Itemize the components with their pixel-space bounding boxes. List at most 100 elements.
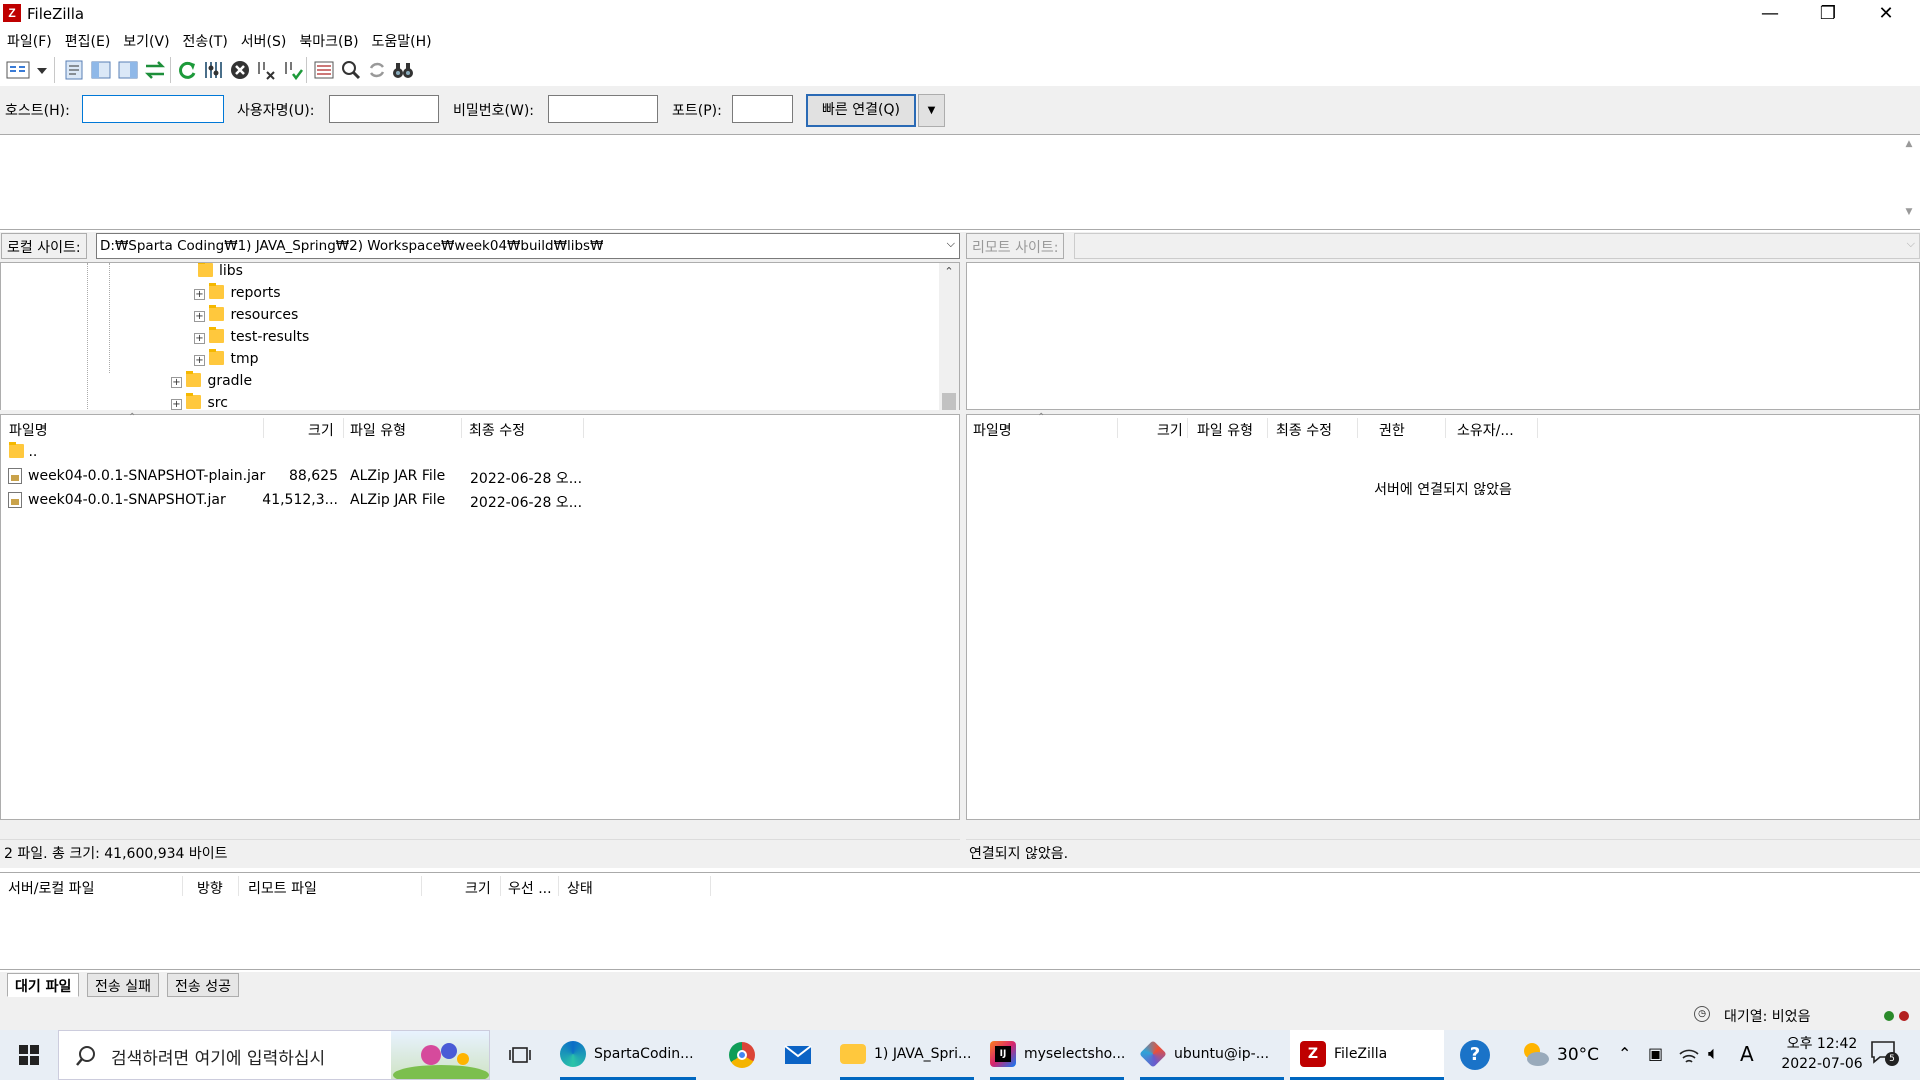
menu-server[interactable]: 서버(S) xyxy=(234,28,293,53)
toggle-local-tree-button[interactable] xyxy=(88,57,114,83)
search-remote-files-button[interactable] xyxy=(390,57,416,83)
column-filetype[interactable]: 파일 유형 xyxy=(1197,420,1253,440)
taskbar-app-mail[interactable] xyxy=(776,1030,820,1080)
expand-icon[interactable]: + xyxy=(194,311,205,322)
cancel-operation-button[interactable] xyxy=(227,57,253,83)
column-permissions[interactable]: 권한 xyxy=(1379,420,1405,440)
column-owner[interactable]: 소유자/... xyxy=(1457,420,1514,440)
menu-transfer[interactable]: 전송(T) xyxy=(176,28,234,53)
site-manager-button[interactable] xyxy=(4,57,48,83)
compare-directories-button[interactable] xyxy=(338,57,364,83)
file-name: week04-0.0.1-SNAPSHOT.jar xyxy=(28,492,226,508)
taskbar-app-filezilla[interactable]: Z FileZilla xyxy=(1290,1030,1444,1080)
username-input[interactable] xyxy=(329,95,439,123)
meet-now-icon[interactable]: ▣ xyxy=(1648,1044,1663,1063)
column-last-modified[interactable]: 최종 수정 xyxy=(1276,420,1332,440)
column-size[interactable]: 크기 xyxy=(465,878,491,898)
menu-view[interactable]: 보기(V) xyxy=(116,28,175,53)
tab-successful-transfers[interactable]: 전송 성공 xyxy=(167,973,239,997)
toggle-remote-tree-button[interactable] xyxy=(115,57,141,83)
remote-path-input[interactable]: ⌵ xyxy=(1074,233,1920,259)
tab-failed-transfers[interactable]: 전송 실패 xyxy=(87,973,159,997)
edge-icon xyxy=(560,1040,586,1067)
column-filename[interactable]: 파일명 xyxy=(973,420,1012,440)
ime-indicator[interactable]: A xyxy=(1740,1042,1754,1066)
local-pane: 로컬 사이트: D:₩Sparta Coding₩1) JAVA_Spring₩… xyxy=(0,232,960,868)
weather-temperature[interactable]: 30°C xyxy=(1557,1045,1599,1065)
column-filetype[interactable]: 파일 유형 xyxy=(350,420,406,440)
refresh-button[interactable] xyxy=(174,57,200,83)
menu-bookmarks[interactable]: 북마크(B) xyxy=(292,28,364,53)
tree-item-resources[interactable]: + resources xyxy=(194,307,298,329)
local-tree-icon xyxy=(91,61,111,79)
tree-item-gradle[interactable]: + gradle xyxy=(171,373,252,395)
column-filename[interactable]: 파일명 xyxy=(9,420,48,440)
reconnect-icon xyxy=(285,62,303,81)
expand-icon[interactable]: + xyxy=(171,377,182,388)
tree-item-tmp[interactable]: + tmp xyxy=(194,351,258,373)
column-server-local-file[interactable]: 서버/로컬 파일 xyxy=(8,878,94,898)
menu-edit[interactable]: 편집(E) xyxy=(58,28,117,53)
menu-help[interactable]: 도움말(H) xyxy=(365,28,438,53)
task-view-button[interactable] xyxy=(500,1030,540,1080)
expand-icon[interactable]: + xyxy=(194,355,205,366)
host-input[interactable] xyxy=(82,95,224,123)
cancel-icon xyxy=(231,61,249,79)
tab-queued-files[interactable]: 대기 파일 xyxy=(7,973,80,997)
column-priority[interactable]: 우선 ... xyxy=(508,878,552,898)
parent-dir-label: .. xyxy=(28,444,38,460)
wifi-icon[interactable] xyxy=(1678,1046,1700,1066)
filezilla-app-icon: Z xyxy=(3,4,21,22)
list-item-parent-dir[interactable]: .. xyxy=(1,441,959,465)
expand-icon[interactable]: + xyxy=(194,333,205,344)
toggle-message-log-button[interactable] xyxy=(61,57,87,83)
table-row[interactable]: week04-0.0.1-SNAPSHOT-plain.jar 88,625 A… xyxy=(1,465,959,489)
column-remote-file[interactable]: 리모트 파일 xyxy=(248,878,317,898)
close-icon: ✕ xyxy=(1878,3,1894,24)
taskbar-app-label: 1) JAVA_Spri... xyxy=(874,1045,972,1062)
column-last-modified[interactable]: 최종 수정 xyxy=(469,420,525,440)
tree-item-libs[interactable]: libs xyxy=(198,263,243,285)
disconnect-button[interactable] xyxy=(253,57,279,83)
taskbar-app-chrome[interactable] xyxy=(720,1030,764,1080)
chevron-up-icon[interactable]: ⌃ xyxy=(1618,1044,1631,1063)
expand-icon[interactable]: + xyxy=(171,399,182,410)
volume-icon[interactable]: 🔈︎ xyxy=(1708,1043,1719,1064)
table-row[interactable]: week04-0.0.1-SNAPSHOT.jar 41,512,3... AL… xyxy=(1,489,959,513)
help-tips-icon[interactable]: ? xyxy=(1460,1040,1490,1070)
directory-listing-filters-button[interactable] xyxy=(311,57,337,83)
clock-date[interactable]: 2022-07-06 xyxy=(1774,1056,1870,1072)
taskbar-app-intellij[interactable]: IJ myselectsho... xyxy=(990,1030,1125,1080)
tree-item-reports[interactable]: + reports xyxy=(194,285,281,307)
tree-item-test-results[interactable]: + test-results xyxy=(194,329,309,351)
remote-status-text: 연결되지 않았음. xyxy=(966,839,1920,863)
column-direction[interactable]: 방향 xyxy=(197,878,223,898)
local-path-input[interactable]: D:₩Sparta Coding₩1) JAVA_Spring₩2) Works… xyxy=(96,233,960,259)
folder-icon xyxy=(186,395,202,409)
weather-icon[interactable] xyxy=(1520,1040,1550,1068)
menu-file[interactable]: 파일(F) xyxy=(0,28,58,53)
synchronized-browsing-button[interactable] xyxy=(364,57,390,83)
quickconnect-button[interactable]: 빠른 연결(Q) xyxy=(806,94,916,127)
reconnect-button[interactable] xyxy=(280,57,306,83)
port-input[interactable] xyxy=(732,95,793,123)
message-log-scrollbar[interactable]: ▲ ▼ xyxy=(1900,135,1918,229)
column-status[interactable]: 상태 xyxy=(567,878,593,898)
toggle-queue-button[interactable] xyxy=(142,57,168,83)
quickconnect-history-dropdown[interactable]: ▼ xyxy=(918,94,945,127)
taskbar-app-edge[interactable]: SpartaCodin... xyxy=(560,1030,696,1080)
process-queue-button[interactable] xyxy=(200,57,226,83)
clock-time[interactable]: 오후 12:42 xyxy=(1774,1033,1870,1053)
taskbar-app-explorer[interactable]: 1) JAVA_Spri... xyxy=(840,1030,974,1080)
start-button[interactable] xyxy=(0,1030,58,1080)
minimize-button[interactable]: — xyxy=(1742,0,1798,28)
restore-button[interactable]: ❐ xyxy=(1800,0,1856,28)
notification-center-button[interactable]: 5 xyxy=(1870,1040,1900,1070)
taskbar-search-box[interactable]: 검색하려면 여기에 입력하십시 xyxy=(58,1030,490,1080)
expand-icon[interactable]: + xyxy=(194,289,205,300)
column-size[interactable]: 크기 xyxy=(308,420,334,440)
close-button[interactable]: ✕ xyxy=(1858,0,1914,28)
taskbar-app-git-bash[interactable]: ubuntu@ip-... xyxy=(1139,1030,1284,1080)
password-input[interactable] xyxy=(548,95,658,123)
column-size[interactable]: 크기 xyxy=(1157,420,1183,440)
